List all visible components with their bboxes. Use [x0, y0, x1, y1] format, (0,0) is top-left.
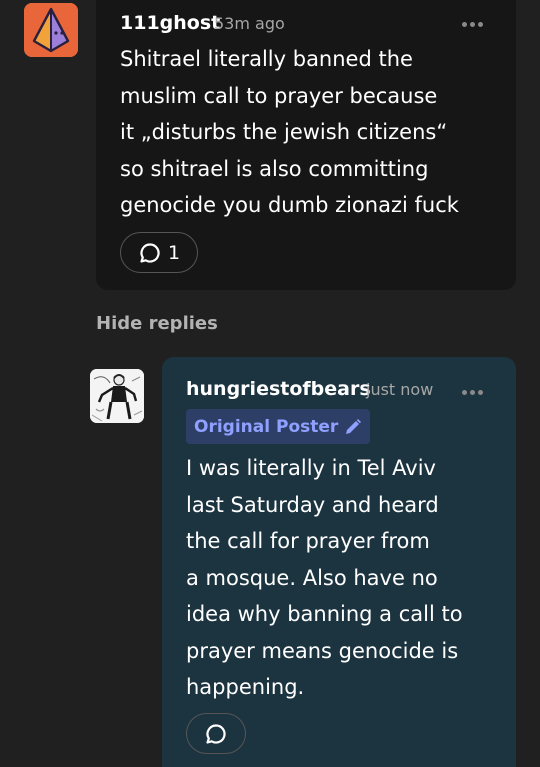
- comment-body-line: it „disturbs the jewish citizens“: [120, 120, 448, 144]
- reply-body-line: a mosque. Also have no: [186, 565, 438, 590]
- avatar[interactable]: [24, 3, 78, 57]
- ellipsis-icon[interactable]: [462, 22, 483, 27]
- comment-body: Shitrael literally banned the muslim cal…: [120, 41, 459, 224]
- reply-body-line: happening.: [186, 675, 305, 699]
- reply-timestamp: just now: [366, 380, 434, 399]
- pencil-icon: [346, 418, 362, 434]
- reply-body: I was literally in Tel Aviv last Saturda…: [186, 450, 463, 706]
- comment-username[interactable]: 111ghost: [120, 12, 220, 34]
- reply-button[interactable]: 1: [120, 232, 198, 273]
- sketch-figure-avatar: [90, 369, 144, 423]
- comment-body-line: so shitrael is also committing: [120, 156, 429, 181]
- original-poster-badge: Original Poster: [186, 409, 371, 444]
- speech-bubble-icon: [206, 723, 226, 744]
- reply-count: 1: [167, 241, 181, 264]
- reply-body-line: last Saturday and heard: [186, 492, 439, 517]
- reply-body-line: I was literally in Tel Aviv: [186, 456, 436, 480]
- badge-label: Original Poster: [194, 416, 339, 437]
- comment-body-line: muslim call to prayer because: [120, 83, 438, 108]
- ellipsis-icon[interactable]: [462, 390, 483, 395]
- comment-timestamp: 53m ago: [214, 14, 285, 33]
- reply-button[interactable]: [186, 713, 246, 754]
- speech-bubble-icon: [140, 242, 160, 263]
- reply-body-line: the call for prayer from: [186, 529, 430, 553]
- comment-body-line: Shitrael literally banned the: [120, 47, 413, 71]
- comment-body-line: genocide you dumb zionazi fuck: [120, 193, 459, 217]
- comment-thread: 111ghost 53m ago Shitrael literally bann…: [0, 0, 540, 767]
- reply-body-line: idea why banning a call to: [186, 602, 463, 626]
- hide-replies-link[interactable]: Hide replies: [96, 313, 218, 334]
- reply-username[interactable]: hungriestofbears: [186, 378, 371, 400]
- reply-body-line: prayer means genocide is: [186, 638, 459, 663]
- pyramid-avatar-icon: [24, 3, 78, 57]
- avatar[interactable]: [90, 369, 144, 423]
